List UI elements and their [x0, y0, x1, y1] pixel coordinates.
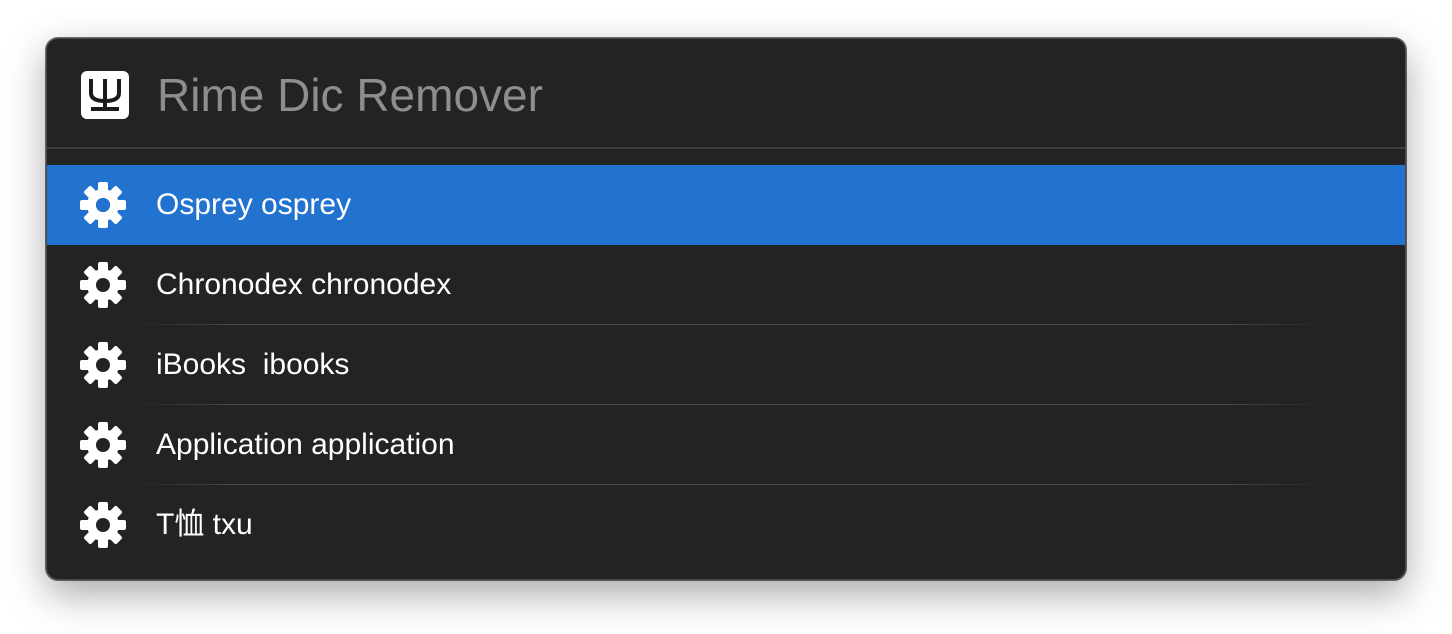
- gear-icon: [80, 502, 126, 548]
- gear-icon: [80, 182, 126, 228]
- results-list: Osprey osprey Chronodex chronodex iBooks…: [47, 165, 1405, 565]
- result-row[interactable]: iBooks ibooks: [47, 325, 1405, 405]
- result-label: Application application: [156, 428, 455, 461]
- result-row[interactable]: Application application: [47, 405, 1405, 485]
- result-row[interactable]: Osprey osprey: [47, 165, 1405, 245]
- gear-icon: [80, 422, 126, 468]
- result-label: T恤 txu: [156, 508, 253, 541]
- result-row[interactable]: Chronodex chronodex: [47, 245, 1405, 325]
- psi-icon: [81, 71, 129, 119]
- result-label: Chronodex chronodex: [156, 268, 452, 301]
- search-query[interactable]: Rime Dic Remover: [157, 63, 543, 127]
- result-label: iBooks ibooks: [156, 348, 350, 381]
- launcher-window: Rime Dic Remover Osprey osprey Chronodex…: [46, 38, 1406, 580]
- search-header: Rime Dic Remover: [47, 39, 1405, 147]
- result-row[interactable]: T恤 txu: [47, 485, 1405, 565]
- gear-icon: [80, 342, 126, 388]
- header-divider: [47, 147, 1405, 149]
- gear-icon: [80, 262, 126, 308]
- result-label: Osprey osprey: [156, 188, 352, 221]
